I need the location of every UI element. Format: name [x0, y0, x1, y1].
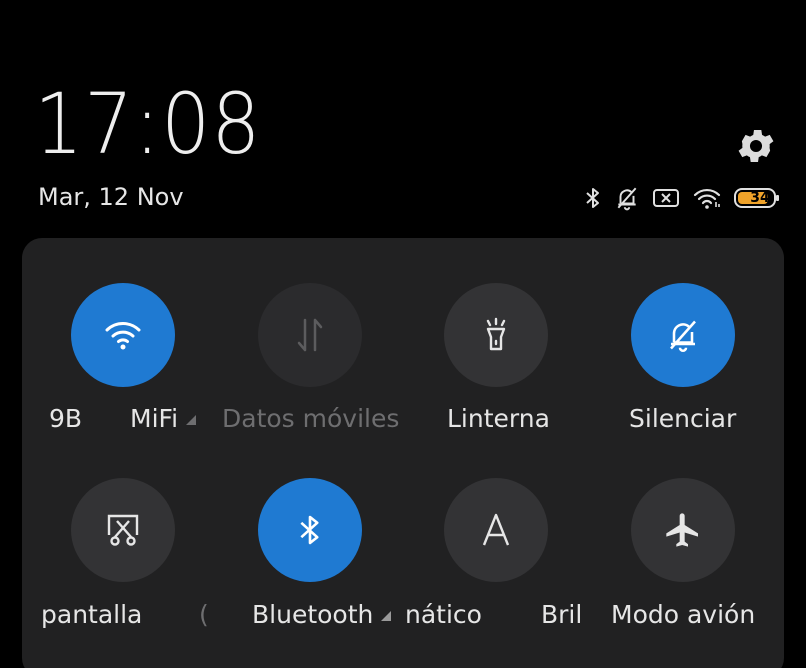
quick-settings-panel: 9B MiFi Datos móviles Linterna Silenciar…: [22, 238, 784, 668]
status-bar-icons: 34: [584, 184, 780, 212]
flashlight-icon: [486, 317, 506, 351]
screenshot-scissors-icon: [107, 514, 139, 546]
screenshot-toggle[interactable]: [71, 478, 175, 582]
wifi-toggle[interactable]: [71, 283, 175, 387]
wifi-network-label: MiFi: [130, 404, 198, 433]
flashlight-toggle[interactable]: [444, 283, 548, 387]
airplane-icon: [666, 513, 698, 547]
bluetooth-toggle[interactable]: [258, 478, 362, 582]
font-a-icon: [482, 513, 510, 546]
screenshot-label: pantalla: [41, 600, 143, 629]
battery-icon: 34: [734, 188, 780, 208]
mobile-data-toggle[interactable]: [258, 283, 362, 387]
airplane-mode-toggle[interactable]: [631, 478, 735, 582]
silent-status-icon: [614, 185, 640, 211]
flashlight-label: Linterna: [447, 404, 550, 433]
quick-settings-screen: 17:08 Mar, 12 Nov 34 9B MiFi Datos móvil…: [0, 0, 806, 668]
brightness-label: Bril: [541, 600, 583, 629]
date: Mar, 12 Nov: [38, 183, 184, 211]
auto-brightness-toggle[interactable]: [444, 478, 548, 582]
silence-toggle[interactable]: [631, 283, 735, 387]
bell-slash-icon: [670, 320, 696, 352]
no-sim-icon: [652, 187, 680, 209]
mobile-data-label: Datos móviles: [222, 404, 400, 433]
clock: 17:08: [34, 75, 262, 173]
wifi-status-icon: [692, 186, 722, 210]
airplane-mode-label: Modo avión: [611, 600, 756, 629]
wifi-label-fragment: 9B: [49, 404, 83, 433]
silence-label: Silenciar: [629, 404, 737, 433]
battery-level: 34: [750, 190, 770, 206]
bluetooth-status-icon: [584, 186, 602, 210]
bluetooth-icon: [300, 515, 319, 545]
mobile-data-arrows-icon: [297, 318, 323, 352]
bluetooth-label: Bluetooth: [252, 600, 393, 629]
settings-gear-icon[interactable]: [734, 124, 778, 168]
auto-brightness-label: nático: [405, 600, 482, 629]
wifi-icon: [105, 322, 141, 350]
hidden-label-fragment: (: [199, 600, 209, 629]
